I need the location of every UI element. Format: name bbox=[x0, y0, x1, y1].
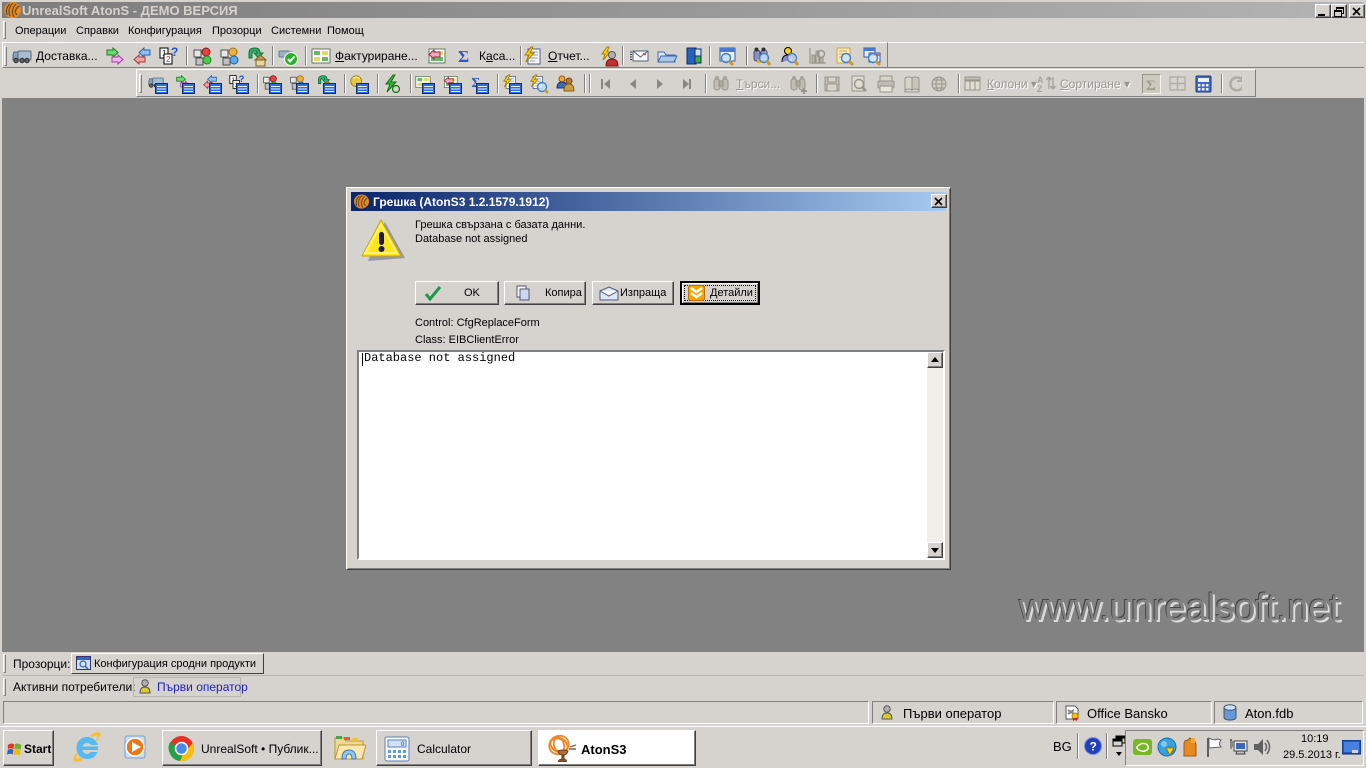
svg-text:?: ? bbox=[1090, 740, 1097, 754]
